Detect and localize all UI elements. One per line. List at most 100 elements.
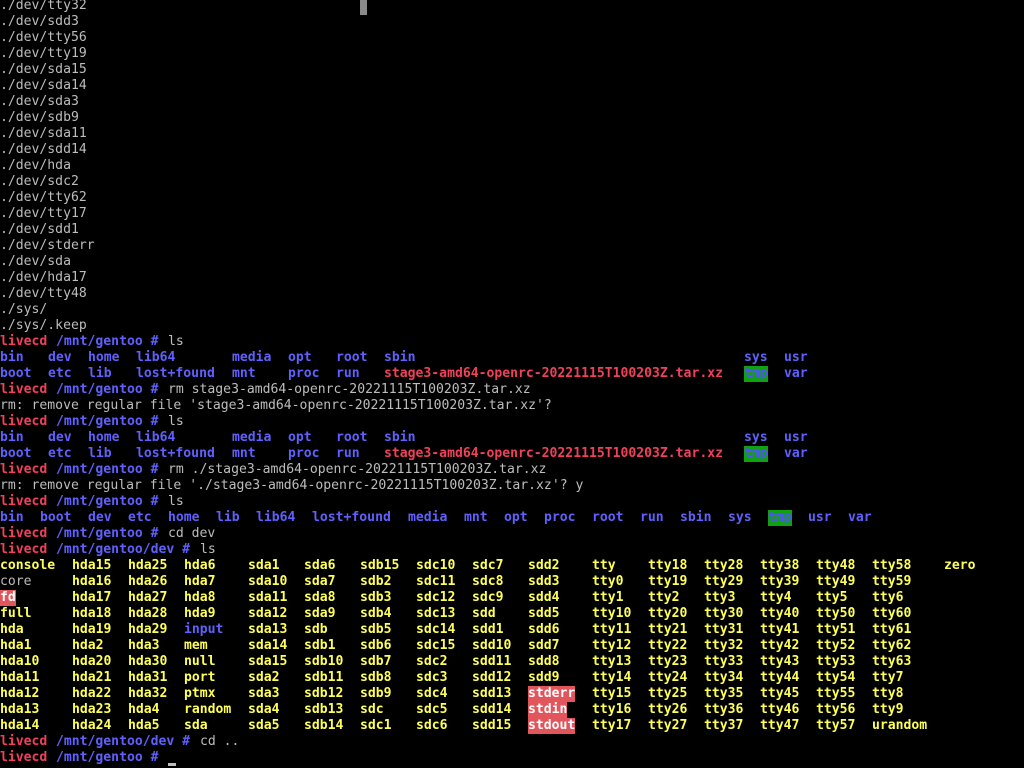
device-entry: sdd13: [472, 686, 512, 701]
output-line: boot etc lib lost+found mnt proc run stage3-amd…: [0, 446, 1024, 462]
device-entry: sdd6: [528, 622, 560, 637]
device-entry: tty40: [760, 606, 800, 621]
device-entry: sdc10: [416, 558, 456, 573]
typed-command: ls: [168, 334, 184, 349]
device-entry: sdb9: [360, 686, 392, 701]
prompt-path: /mnt/gentoo #: [56, 414, 159, 429]
directory-entry: proc: [288, 366, 320, 381]
device-entry: sdd10: [472, 638, 512, 653]
device-entry: sdb5: [360, 622, 392, 637]
scrollback-line: ./dev/tty19: [0, 46, 87, 61]
scrollbar-thumb[interactable]: [360, 0, 367, 15]
prompt-hostname: livecd: [0, 494, 48, 509]
device-entry: sdd1: [472, 622, 504, 637]
device-entry: sda9: [304, 606, 336, 621]
device-entry: tty49: [816, 574, 856, 589]
device-entry: tty54: [816, 670, 856, 685]
scrollback-line: ./dev/sdd3: [0, 14, 79, 29]
directory-entry: var: [848, 510, 872, 525]
device-entry: tty19: [648, 574, 688, 589]
scrollback-line: ./dev/tty32: [0, 0, 87, 13]
directory-entry: proc: [288, 446, 320, 461]
terminal-screen[interactable]: ./dev/tty32 ./dev/sdd3 ./dev/tty56 ./dev/tt…: [0, 0, 1024, 768]
device-entry: tty7: [872, 670, 904, 685]
sticky-directory-entry: tmp: [744, 446, 768, 462]
scrollback-line: ./sys/: [0, 302, 48, 317]
device-entry: tty33: [704, 654, 744, 669]
directory-entry: etc: [128, 510, 152, 525]
device-entry: hda9: [184, 606, 216, 621]
device-entry: sda8: [304, 590, 336, 605]
device-entry: tty58: [872, 558, 912, 573]
device-entry: hda: [0, 622, 24, 637]
device-entry: hda3: [128, 638, 160, 653]
device-entry: sda3: [248, 686, 280, 701]
device-entry: tty20: [648, 606, 688, 621]
device-entry: tty0: [592, 574, 624, 589]
device-entry: hda10: [0, 654, 40, 669]
terminal-text: rm: remove regular file './stage3-amd64-…: [0, 478, 584, 493]
directory-entry: run: [336, 446, 360, 461]
device-entry: hda21: [72, 670, 112, 685]
directory-entry: dev: [48, 430, 72, 445]
directory-entry: media: [408, 510, 448, 525]
device-entry: tty42: [760, 638, 800, 653]
device-entry: sdd14: [472, 702, 512, 717]
device-entry: sdc7: [472, 558, 504, 573]
sticky-directory-entry: tmp: [744, 366, 768, 382]
device-entry: sdd9: [528, 670, 560, 685]
directory-entry: home: [88, 350, 120, 365]
scrollback-line: ./dev/tty56: [0, 30, 87, 45]
directory-entry: media: [232, 430, 272, 445]
directory-entry: boot: [0, 366, 32, 381]
scrollback-line: ./dev/tty48: [0, 286, 87, 301]
directory-entry: etc: [48, 366, 72, 381]
device-entry: hda23: [72, 702, 112, 717]
directory-entry: lib: [216, 510, 240, 525]
archive-file-entry: stage3-amd64-openrc-20221115T100203Z.tar…: [384, 446, 723, 461]
prompt-path: /mnt/gentoo/dev #: [56, 734, 191, 749]
device-entry: tty35: [704, 686, 744, 701]
device-entry: tty22: [648, 638, 688, 653]
scrollback-line: ./dev/sda11: [0, 126, 87, 141]
device-entry: hda4: [128, 702, 160, 717]
directory-entry: usr: [784, 350, 808, 365]
symlink-entry: stderr: [528, 686, 576, 702]
device-entry: hda27: [128, 590, 168, 605]
prompt-hostname: livecd: [0, 462, 48, 477]
directory-entry: lost+found: [136, 446, 215, 461]
symlink-entry: fd: [0, 590, 16, 606]
directory-entry: sys: [744, 350, 768, 365]
device-entry: tty57: [816, 718, 856, 733]
directory-entry: lib: [88, 366, 112, 381]
device-entry: port: [184, 670, 216, 685]
device-entry: sdc13: [416, 606, 456, 621]
prompt-hostname: livecd: [0, 382, 48, 397]
device-entry: tty45: [760, 686, 800, 701]
device-entry: tty26: [648, 702, 688, 717]
device-entry: sda12: [248, 606, 288, 621]
device-entry: hda32: [128, 686, 168, 701]
typed-command: rm stage3-amd64-openrc-20221115T100203Z.…: [168, 382, 531, 397]
directory-entry: sbin: [384, 350, 416, 365]
device-entry: hda5: [128, 718, 160, 733]
scrollback-line: ./dev/hda: [0, 158, 71, 173]
text-cursor[interactable]: [168, 763, 176, 766]
prompt-path: /mnt/gentoo #: [56, 526, 159, 541]
device-entry: sdc9: [472, 590, 504, 605]
device-entry: sdc6: [416, 718, 448, 733]
prompt-line: livecd/mnt/gentoo # rm stage3-amd64-openr…: [0, 382, 1024, 398]
device-entry: random: [184, 702, 232, 717]
directory-entry: usr: [784, 430, 808, 445]
device-entry: tty15: [592, 686, 632, 701]
device-entry: hda2: [72, 638, 104, 653]
device-entry: sda11: [248, 590, 288, 605]
device-entry: tty30: [704, 606, 744, 621]
device-entry: tty8: [872, 686, 904, 701]
device-entry: tty18: [648, 558, 688, 573]
scrollback-line: ./dev/sda14: [0, 78, 87, 93]
typed-command: ls: [168, 494, 184, 509]
output-line: hda12 hda22 hda32 ptmx sda3 sdb12 sdb9 sdc4 sdd1…: [0, 686, 1024, 702]
device-entry: sdb6: [360, 638, 392, 653]
device-entry: sdc5: [416, 702, 448, 717]
